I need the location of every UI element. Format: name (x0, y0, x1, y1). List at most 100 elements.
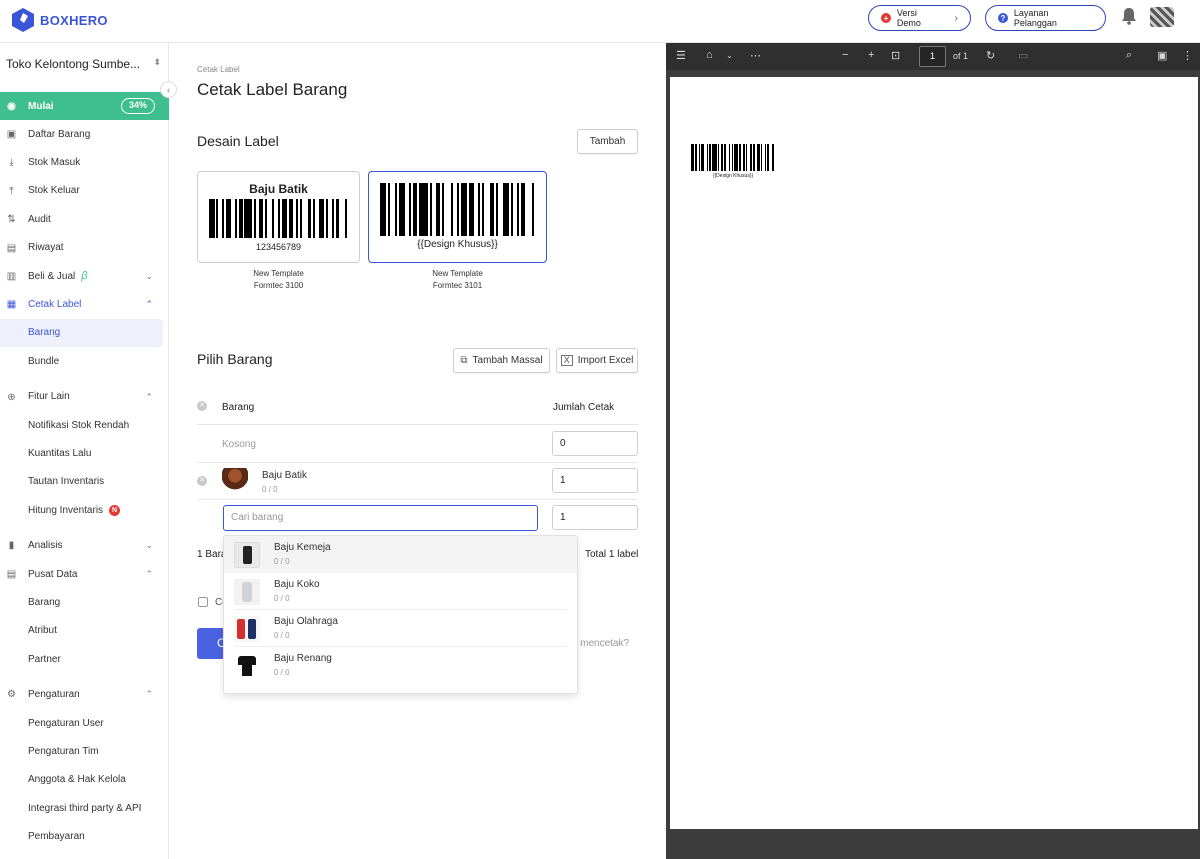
template-code: {{Design Khusus}} (417, 239, 498, 250)
rotate-icon[interactable]: ↻ (986, 49, 995, 62)
save-icon[interactable]: ▣ (1157, 49, 1167, 62)
sidebar-item-pusat-data[interactable]: ▤ Pusat Data ⌃ (0, 560, 169, 588)
clear-all-icon[interactable]: ✕ (197, 401, 207, 411)
dropdown-item-name: Baju Olahraga (274, 616, 338, 627)
sidebar-item-label: Barang (28, 596, 61, 608)
template-card-3100[interactable]: Baju Batik 123456789 (197, 171, 360, 263)
sidebar-item-kuantitas-lalu[interactable]: Kuantitas Lalu (0, 439, 169, 467)
sidebar-item-integrasi[interactable]: Integrasi third party & API (0, 794, 169, 822)
zoom-out-icon[interactable]: − (842, 49, 848, 61)
item-qty-input[interactable]: 1 (552, 468, 638, 493)
customer-service-label: Layanan Pelanggan (1013, 8, 1057, 28)
sidebar-item-analisis[interactable]: ▮ Analisis ⌄ (0, 531, 169, 559)
import-excel-button[interactable]: X Import Excel (556, 348, 638, 373)
template-card-3101[interactable]: {{Design Khusus}} (368, 171, 547, 263)
bell-icon[interactable] (1121, 7, 1137, 25)
arrow-up-icon: ⤒ (9, 185, 14, 197)
select-item-section-title: Pilih Barang (197, 351, 273, 367)
avatar[interactable] (1150, 7, 1174, 27)
help-icon: ? (998, 13, 1008, 23)
add-design-button[interactable]: Tambah (577, 129, 638, 154)
sidebar-item-pengaturan-user[interactable]: Pengaturan User (0, 709, 169, 737)
sidebar-item-bundle[interactable]: Bundle (0, 347, 169, 375)
sidebar-item-daftar-barang[interactable]: ▣ Daftar Barang (0, 120, 169, 148)
sidebar-item-label: Tautan Inventaris (28, 476, 105, 488)
sidebar-item-mulai[interactable]: ◉ Mulai 34% (0, 92, 169, 120)
dropdown-item[interactable]: Baju Kemeja 0 / 0 (224, 536, 577, 573)
dropdown-item[interactable]: Baju Koko 0 / 0 (224, 573, 577, 610)
play-circle-icon: ◉ (7, 101, 16, 112)
sidebar-item-cetak-label-barang[interactable]: Barang (0, 318, 163, 348)
search-icon[interactable]: ⌕ (1126, 49, 1132, 62)
chevron-left-icon: ‹ (167, 84, 170, 95)
more-icon[interactable]: ⋯ (750, 49, 761, 62)
sidebar-item-pembayaran[interactable]: Pembayaran (0, 822, 169, 850)
chevron-right-icon: › (954, 12, 958, 24)
dropdown-item[interactable]: Baju Olahraga 0 / 0 (224, 610, 577, 647)
breadcrumb[interactable]: Cetak Label (197, 65, 240, 74)
sidebar-item-pusat-data-barang[interactable]: Barang (0, 588, 169, 616)
progress-badge: 34% (120, 98, 155, 114)
dropdown-item-stock: 0 / 0 (274, 668, 290, 677)
collapse-sidebar-button[interactable]: ‹ (160, 81, 177, 98)
sidebar-item-audit[interactable]: ⇅ Audit (0, 205, 169, 233)
sidebar-item-label: Atribut (28, 625, 57, 637)
sidebar-item-cetak-label[interactable]: ▦ Cetak Label ⌃ (0, 290, 169, 318)
sidebar-item-label: Notifikasi Stok Rendah (28, 419, 130, 431)
option-checkbox[interactable] (198, 597, 208, 607)
customer-service-button[interactable]: ? Layanan Pelanggan (985, 5, 1106, 31)
sidebar-item-label: Audit (28, 213, 51, 225)
table-row: ✕ Baju Batik 0 / 0 1 (197, 463, 638, 500)
template-caption-line: New Template (253, 269, 304, 278)
design-section-title: Desain Label (197, 133, 279, 149)
logo[interactable]: BOXHERO (12, 8, 108, 32)
page-number-input[interactable]: 1 (919, 46, 946, 67)
database-icon: ▤ (6, 568, 17, 580)
more-vertical-icon[interactable]: ⋮ (1182, 49, 1193, 62)
sidebar-item-stok-keluar[interactable]: ⤒ Stok Keluar (0, 177, 169, 205)
sidebar-item-label: Hitung Inventaris (28, 504, 104, 516)
store-name: Toko Kelontong Sumbe... (6, 57, 141, 71)
chevron-down-icon[interactable]: ⌄ (726, 51, 733, 60)
remove-item-icon[interactable]: ✕ (197, 476, 207, 486)
sidebar-item-label: Beli & Jual (28, 270, 76, 282)
print-button[interactable]: C (197, 628, 223, 659)
summary-total: Total 1 label (585, 549, 639, 560)
outline-icon[interactable]: ☰ (676, 49, 686, 62)
dropdown-item-stock: 0 / 0 (274, 557, 290, 566)
sidebar-item-anggota[interactable]: Anggota & Hak Kelola (0, 766, 169, 794)
sidebar-item-beli-jual[interactable]: ▥ Beli & Jual β ⌄ (0, 262, 169, 290)
highlighter-icon[interactable]: ⌂ (706, 49, 713, 61)
empty-row-label: Kosong (222, 439, 256, 450)
zoom-in-icon[interactable]: + (868, 49, 874, 61)
demo-version-label: Versi Demo (896, 8, 921, 28)
sidebar-item-label: Pusat Data (28, 568, 78, 580)
demo-version-button[interactable]: + Versi Demo › (868, 5, 971, 31)
sidebar-item-stok-masuk[interactable]: ⤓ Stok Masuk (0, 148, 169, 176)
boxhero-logo-icon (12, 8, 34, 32)
help-link[interactable]: at mencetak? (569, 638, 629, 649)
sidebar-item-label: Partner (28, 653, 61, 665)
sidebar-item-pengaturan[interactable]: ⚙ Pengaturan ⌃ (0, 680, 169, 708)
sidebar-item-partner[interactable]: Partner (0, 645, 169, 673)
sidebar-item-tautan-inventaris[interactable]: Tautan Inventaris (0, 468, 169, 496)
item-stock: 0 / 0 (262, 485, 278, 494)
bulk-add-button[interactable]: ⧉ Tambah Massal (453, 348, 550, 373)
store-selector[interactable]: Toko Kelontong Sumbe... ⬍ (6, 57, 161, 71)
sidebar-item-atribut[interactable]: Atribut (0, 617, 169, 645)
page-title: Cetak Label Barang (197, 80, 348, 99)
fit-page-icon[interactable]: ⊡ (891, 49, 900, 62)
sidebar-item-pengaturan-tim[interactable]: Pengaturan Tim (0, 737, 169, 765)
sidebar-item-notifikasi-stok[interactable]: Notifikasi Stok Rendah (0, 411, 169, 439)
sidebar-item-riwayat[interactable]: ▤ Riwayat (0, 234, 169, 262)
empty-row-qty-input[interactable]: 0 (552, 431, 638, 456)
label-printer-icon: ▦ (6, 299, 17, 311)
sidebar-item-label: Integrasi third party & API (28, 802, 142, 814)
sidebar-item-hitung-inventaris[interactable]: Hitung Inventaris N (0, 496, 169, 524)
sidebar-item-fitur-lain[interactable]: ⊕ Fitur Lain ⌃ (0, 383, 169, 411)
page-view-icon[interactable]: ▭ (1018, 49, 1028, 62)
dropdown-item[interactable]: Baju Renang 0 / 0 (224, 647, 577, 684)
search-row-qty-input[interactable]: 1 (552, 505, 638, 530)
search-item-input[interactable]: Cari barang (223, 505, 538, 531)
sidebar-item-label: Stok Masuk (28, 157, 81, 169)
